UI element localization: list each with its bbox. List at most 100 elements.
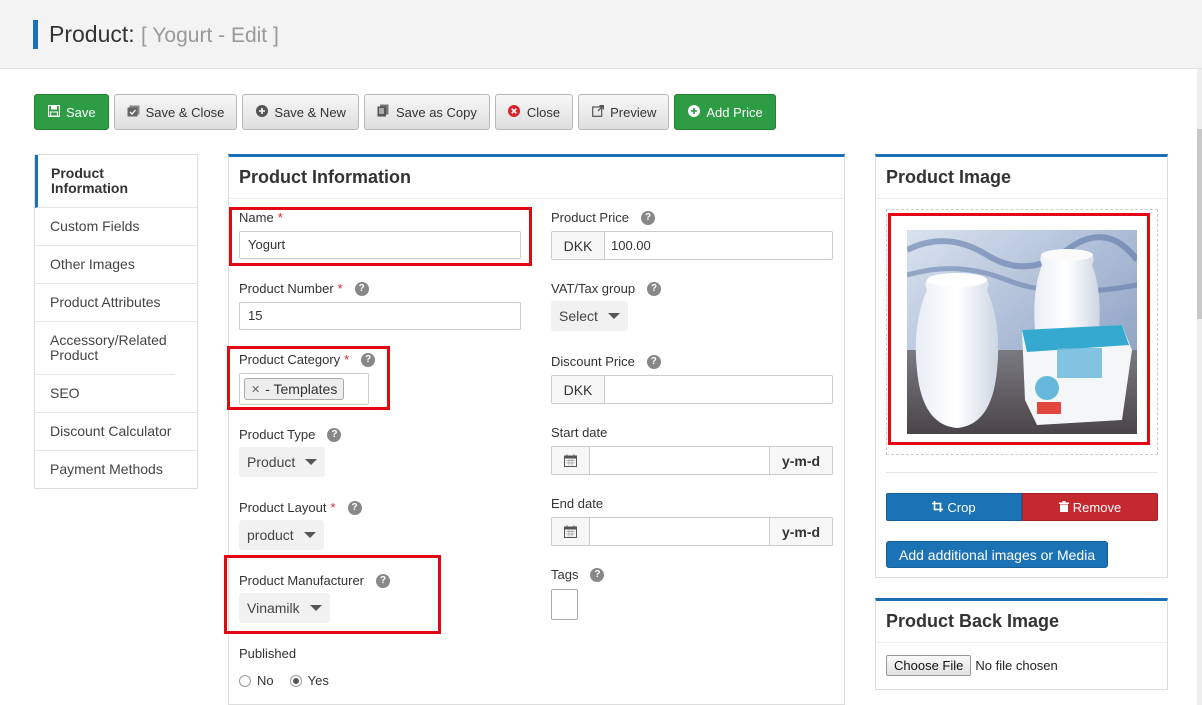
sidebar-item-product-information[interactable]: Product Information bbox=[35, 155, 197, 208]
required-mark: * bbox=[330, 500, 336, 515]
plus-circle-icon bbox=[687, 104, 700, 120]
save-new-button[interactable]: Save & New bbox=[242, 94, 359, 130]
header-accent-bar bbox=[33, 20, 38, 49]
category-chip-label: - Templates bbox=[265, 381, 338, 397]
help-icon[interactable]: ? bbox=[647, 281, 662, 296]
image-dropzone[interactable] bbox=[886, 209, 1158, 455]
no-file-label: No file chosen bbox=[975, 658, 1058, 673]
end-date-input[interactable] bbox=[590, 518, 769, 545]
product-type-field: Product Type? Product bbox=[239, 427, 342, 477]
calendar-icon[interactable] bbox=[552, 518, 590, 545]
close-button-label: Close bbox=[526, 104, 561, 120]
help-icon[interactable]: ? bbox=[361, 352, 376, 367]
preview-button[interactable]: Preview bbox=[578, 94, 670, 130]
help-icon[interactable]: ? bbox=[347, 500, 362, 515]
product-photo bbox=[907, 230, 1137, 434]
published-field: Published No Yes bbox=[239, 646, 329, 688]
sidebar-item-product-attributes[interactable]: Product Attributes bbox=[35, 284, 197, 322]
file-input: Choose File No file chosen bbox=[886, 655, 1058, 676]
product-manufacturer-field: Product Manufacturer? Vinamilk bbox=[239, 573, 391, 623]
vat-field: VAT/Tax group? Select bbox=[551, 281, 662, 331]
sidebar-item-discount-calculator[interactable]: Discount Calculator bbox=[35, 413, 197, 451]
help-icon[interactable]: ? bbox=[327, 427, 342, 442]
sidebar-item-other-images[interactable]: Other Images bbox=[35, 246, 197, 284]
save-button-label: Save bbox=[66, 104, 96, 120]
product-image-title: Product Image bbox=[876, 157, 1167, 199]
page-title-main: Product: bbox=[49, 21, 135, 47]
start-date-input[interactable] bbox=[590, 447, 769, 474]
chevron-down-icon bbox=[309, 605, 322, 611]
sidebar-item-payment-methods[interactable]: Payment Methods bbox=[35, 451, 197, 488]
scrollbar-thumb[interactable] bbox=[1197, 129, 1202, 319]
choose-file-button[interactable]: Choose File bbox=[886, 655, 972, 676]
name-input[interactable]: Yogurt bbox=[239, 231, 521, 259]
help-icon[interactable]: ? bbox=[646, 354, 661, 369]
product-price-field: Product Price? DKK 100.00 bbox=[551, 210, 833, 260]
product-number-field: Product Number *? 15 bbox=[239, 281, 521, 330]
help-icon[interactable]: ? bbox=[354, 281, 369, 296]
save-button[interactable]: Save bbox=[34, 94, 109, 130]
start-date-label: Start date bbox=[551, 425, 608, 440]
save-close-button[interactable]: Save & Close bbox=[113, 94, 238, 130]
product-image-panel: Product Image Crop Remove Add additional… bbox=[875, 154, 1168, 578]
page-title: Product: [ Yogurt - Edit ] bbox=[49, 20, 279, 50]
tags-field: Tags? bbox=[551, 567, 605, 620]
published-label: Published bbox=[239, 646, 297, 661]
product-number-input[interactable]: 15 bbox=[239, 302, 521, 330]
product-price-input-group: DKK 100.00 bbox=[551, 231, 833, 260]
external-link-icon bbox=[591, 104, 604, 120]
trash-icon bbox=[1058, 500, 1069, 515]
product-type-select[interactable]: Product bbox=[239, 447, 326, 477]
copy-icon bbox=[377, 104, 390, 120]
discount-price-field: Discount Price? DKK bbox=[551, 354, 833, 404]
help-icon[interactable]: ? bbox=[590, 567, 605, 582]
product-manufacturer-select[interactable]: Vinamilk bbox=[239, 593, 330, 623]
product-layout-select[interactable]: product bbox=[239, 520, 324, 550]
remove-button[interactable]: Remove bbox=[1022, 493, 1158, 521]
product-type-label: Product Type bbox=[239, 427, 316, 442]
page-title-sub: [ Yogurt - Edit ] bbox=[141, 24, 279, 47]
page-scrollbar[interactable] bbox=[1197, 69, 1202, 705]
save-close-icon bbox=[127, 105, 140, 120]
product-manufacturer-label: Product Manufacturer bbox=[239, 573, 365, 588]
product-category-field: Product Category *? ✕ - Templates bbox=[239, 352, 376, 405]
crop-button-label: Crop bbox=[947, 499, 976, 515]
product-manufacturer-value: Vinamilk bbox=[247, 600, 300, 616]
help-icon[interactable]: ? bbox=[376, 573, 391, 588]
image-actions: Crop Remove bbox=[886, 493, 1158, 521]
vat-select[interactable]: Select bbox=[551, 301, 628, 331]
panel-title: Product Information bbox=[229, 157, 844, 199]
plus-circle-icon bbox=[255, 104, 268, 120]
sidebar-item-custom-fields[interactable]: Custom Fields bbox=[35, 208, 197, 246]
category-select[interactable]: ✕ - Templates bbox=[239, 373, 369, 405]
sidebar-item-accessory-related[interactable]: Accessory/Related Product bbox=[35, 322, 175, 375]
close-button[interactable]: Close bbox=[494, 94, 574, 130]
add-media-button[interactable]: Add additional images or Media bbox=[886, 541, 1109, 568]
product-category-label: Product Category bbox=[239, 352, 341, 367]
product-price-input[interactable]: 100.00 bbox=[605, 232, 832, 259]
product-price-label: Product Price bbox=[551, 210, 630, 225]
published-no-radio[interactable] bbox=[239, 674, 251, 687]
required-mark: * bbox=[337, 281, 343, 296]
remove-chip-icon[interactable]: ✕ bbox=[251, 383, 260, 396]
tags-input[interactable] bbox=[551, 589, 578, 620]
discount-price-input[interactable] bbox=[605, 376, 832, 403]
start-date-field: Start date y-m-d bbox=[551, 425, 833, 475]
save-as-copy-button[interactable]: Save as Copy bbox=[363, 94, 490, 130]
add-price-button[interactable]: Add Price bbox=[674, 94, 776, 130]
discount-currency-addon: DKK bbox=[552, 376, 605, 403]
crop-icon bbox=[932, 500, 944, 515]
product-back-image-title: Product Back Image bbox=[876, 601, 1167, 643]
product-number-label: Product Number bbox=[239, 281, 334, 296]
published-yes-radio[interactable] bbox=[289, 674, 302, 687]
crop-button[interactable]: Crop bbox=[886, 493, 1022, 521]
sidebar-item-seo[interactable]: SEO bbox=[35, 375, 197, 413]
end-date-label: End date bbox=[551, 496, 604, 511]
product-layout-field: Product Layout *? product bbox=[239, 500, 362, 550]
help-icon[interactable]: ? bbox=[641, 210, 656, 225]
calendar-icon[interactable] bbox=[552, 447, 590, 474]
start-date-input-group: y-m-d bbox=[551, 446, 833, 475]
published-yes-label: Yes bbox=[307, 673, 329, 688]
toolbar: Save Save & Close Save & New Save as Cop… bbox=[34, 94, 776, 130]
close-circle-icon bbox=[508, 104, 521, 120]
